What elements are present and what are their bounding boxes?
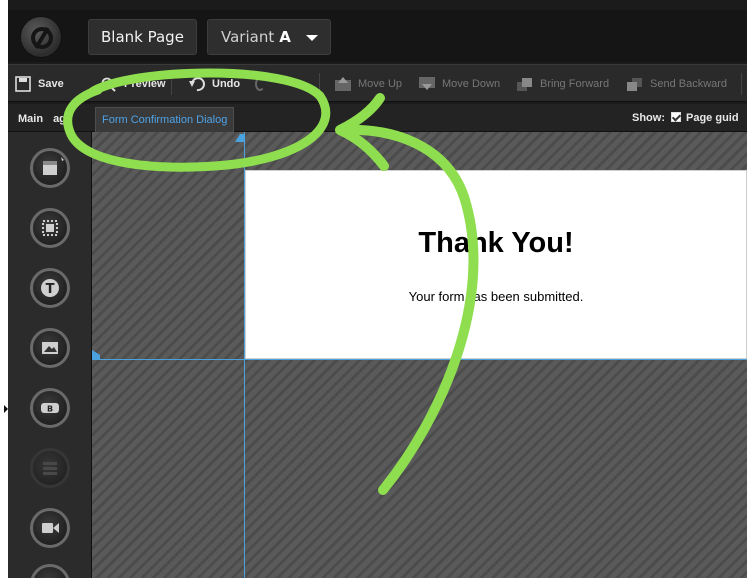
bring-forward-button[interactable]: Bring Forward: [516, 65, 609, 103]
window-edge: [0, 0, 8, 578]
tab-form-confirmation-dialog[interactable]: Form Confirmation Dialog: [95, 107, 235, 132]
send-backward-icon: [627, 78, 642, 91]
confirmation-dialog-box[interactable]: Thank You! Your form as been submitted.: [245, 170, 747, 359]
magnifier-icon: [101, 77, 116, 92]
redo-icon: [255, 77, 265, 91]
guide-handle-left[interactable]: [92, 350, 100, 360]
image-tool-icon: [42, 342, 58, 354]
move-up-icon: [335, 77, 351, 91]
move-up-button[interactable]: Move Up: [334, 65, 402, 103]
horizontal-page-guide[interactable]: [92, 359, 747, 360]
tab-main-page[interactable]: Main age: [12, 107, 78, 132]
guide-handle-top[interactable]: [235, 134, 245, 142]
section-tool-button[interactable]: [30, 208, 70, 248]
dialog-title-end: nk You!: [469, 227, 574, 259]
page-name-label: Blank Page: [101, 28, 184, 46]
editor-toolbar: Save Preview Undo Move Up Move Down Brin…: [8, 64, 747, 102]
page-name-button[interactable]: Blank Page: [88, 19, 197, 55]
video-tool-button[interactable]: [30, 508, 70, 548]
move-up-label: Move Up: [358, 78, 403, 90]
collapse-arrow-icon[interactable]: [4, 405, 8, 413]
form-tool-icon: [43, 462, 57, 475]
tab-active-label: Form Confirmation Dialog: [102, 114, 228, 126]
save-icon: [15, 76, 31, 92]
svg-text:B: B: [47, 405, 53, 414]
box-tool-icon: [43, 157, 64, 175]
send-backward-label: Send Backward: [650, 78, 728, 90]
element-palette: T B: [8, 132, 92, 578]
app-logo-icon[interactable]: [20, 16, 62, 58]
dialog-title: Thank You!: [246, 227, 746, 260]
image-tool-button[interactable]: [30, 328, 70, 368]
save-button[interactable]: Save: [14, 65, 64, 103]
chevron-down-icon: [306, 35, 318, 41]
bring-forward-icon: [517, 78, 532, 91]
undo-label: Undo: [212, 78, 241, 90]
preview-label: Preview: [124, 78, 166, 90]
tab-main-label-end: age: [53, 113, 73, 125]
redo-button[interactable]: [255, 65, 265, 103]
dialog-message-end: as been submitted.: [473, 289, 584, 304]
toolbar-divider: [319, 73, 320, 95]
variant-letter: A: [279, 28, 291, 46]
dialog-message-start: Your form: [408, 289, 465, 304]
variant-dropdown[interactable]: Variant A: [207, 19, 331, 55]
tab-main-label-start: Main: [18, 113, 44, 125]
text-tool-button[interactable]: T: [30, 268, 70, 308]
more-tool-button[interactable]: [30, 564, 70, 578]
page-tabs-bar: Main age Form Confirmation Dialog Show: Pa…: [8, 104, 747, 132]
undo-icon: [189, 77, 205, 92]
move-down-label: Move Down: [442, 78, 501, 90]
svg-text:T: T: [46, 282, 55, 297]
undo-button[interactable]: Undo: [188, 65, 240, 103]
toolbar-divider: [171, 73, 172, 95]
form-tool-button[interactable]: [30, 448, 70, 488]
button-tool-button[interactable]: B: [30, 388, 70, 428]
section-tool-icon: [42, 220, 58, 236]
show-label: Show:: [632, 112, 665, 124]
page-guides-checkbox[interactable]: [671, 112, 681, 122]
video-tool-icon: [42, 523, 59, 533]
box-tool-button[interactable]: [30, 148, 70, 188]
button-tool-icon: B: [41, 403, 59, 414]
send-backward-button[interactable]: Send Backward: [626, 65, 727, 103]
top-bar: Blank Page Variant A: [8, 10, 747, 62]
save-label: Save: [38, 78, 64, 90]
move-down-icon: [419, 77, 435, 90]
show-options: Show: Page guid: [632, 104, 739, 132]
variant-prefix: Variant: [221, 28, 275, 46]
text-tool-icon: T: [41, 279, 59, 297]
dialog-title-start: Tha: [418, 227, 470, 259]
preview-button[interactable]: Preview: [100, 65, 166, 103]
move-down-button[interactable]: Move Down: [418, 65, 500, 103]
dialog-message: Your form as been submitted.: [246, 289, 746, 304]
bring-forward-label: Bring Forward: [540, 78, 610, 90]
page-guides-label: Page guid: [686, 112, 739, 124]
editor-app: Blank Page Variant A Save Preview Undo M…: [0, 0, 747, 578]
toolbar-divider: [741, 73, 742, 95]
